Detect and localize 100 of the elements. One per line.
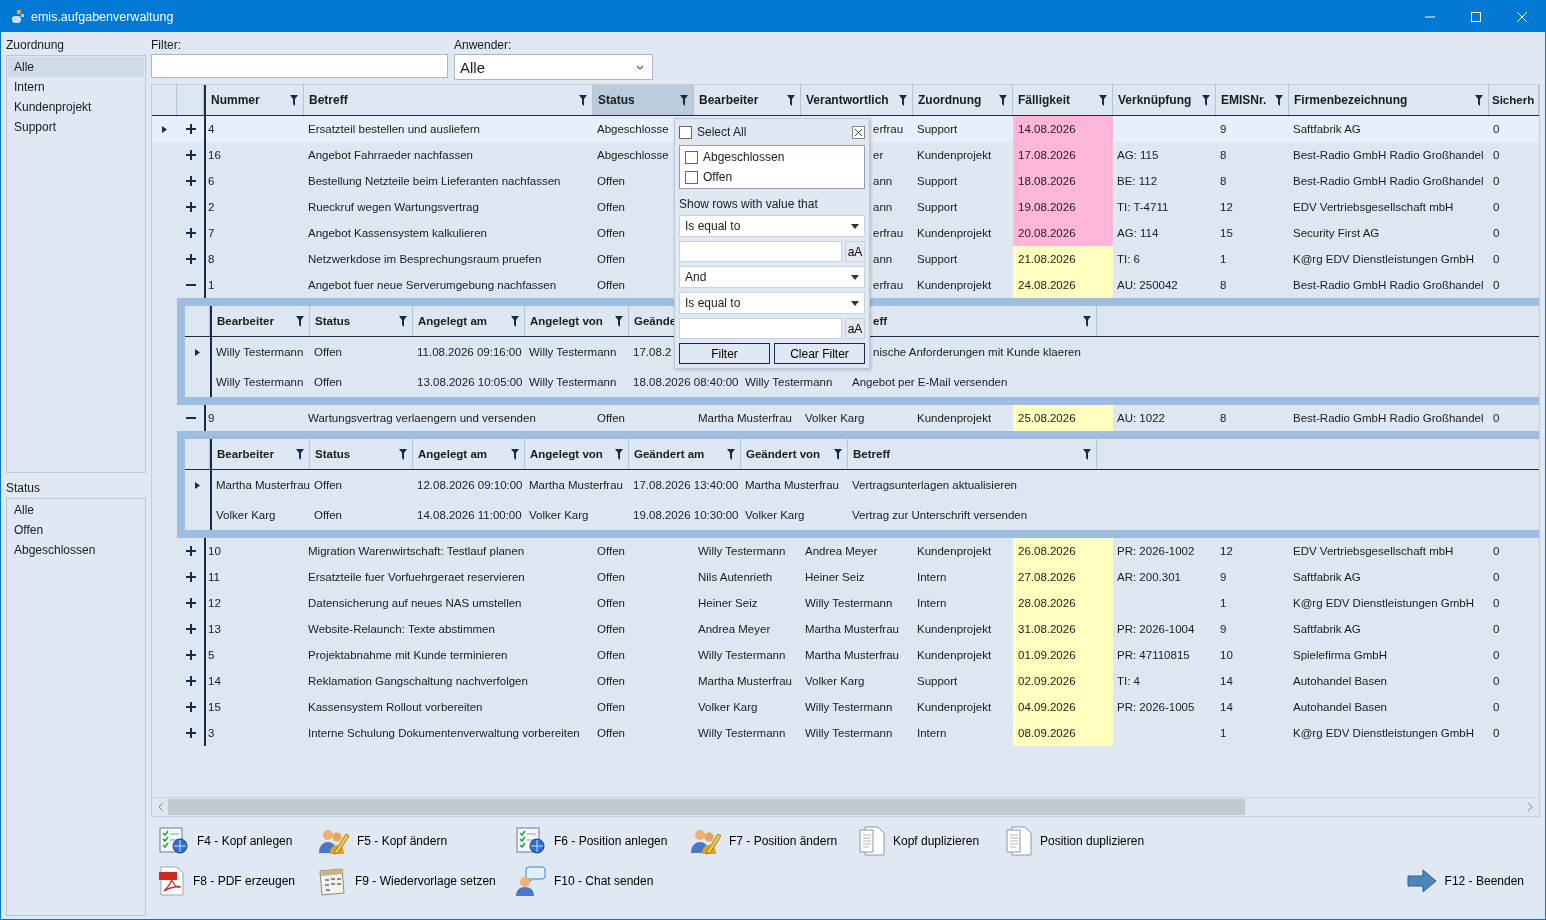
filter-icon[interactable]: [579, 94, 587, 106]
expand-icon[interactable]: [185, 202, 196, 212]
checkbox[interactable]: [685, 170, 698, 184]
clear-filter-button[interactable]: Clear Filter: [774, 343, 865, 364]
toolbar-button[interactable]: F8 - PDF erzeugen: [159, 861, 296, 901]
column-header[interactable]: Angelegt am: [413, 306, 525, 336]
column-header[interactable]: Geände: [634, 315, 677, 327]
column-header[interactable]: Status: [310, 306, 413, 336]
column-header[interactable]: Betreff: [848, 439, 1097, 469]
column-header[interactable]: Verknüpfung: [1113, 85, 1216, 115]
column-header[interactable]: Angelegt von: [525, 439, 629, 469]
filter-icon[interactable]: [399, 448, 407, 460]
expand-icon[interactable]: [185, 702, 196, 712]
expand-icon[interactable]: [185, 124, 196, 134]
filter-icon[interactable]: [727, 448, 735, 460]
list-item[interactable]: Support: [8, 117, 144, 137]
column-header[interactable]: Status: [593, 85, 694, 115]
column-header[interactable]: Geändert am: [629, 439, 741, 469]
filter-icon[interactable]: [1275, 94, 1283, 106]
toolbar-button[interactable]: Kopf duplizieren: [859, 821, 980, 861]
column-header[interactable]: Angelegt am: [413, 439, 525, 469]
expand-icon[interactable]: [185, 676, 196, 686]
filter-field[interactable]: [151, 54, 448, 78]
close-button[interactable]: [852, 125, 865, 139]
checkbox[interactable]: [679, 125, 692, 139]
filter-button[interactable]: Filter: [679, 343, 770, 364]
filter-icon[interactable]: [999, 94, 1007, 106]
checkbox-label[interactable]: Offen: [703, 170, 733, 184]
condition-dropdown[interactable]: Is equal to: [679, 292, 865, 314]
toolbar-button[interactable]: F4 - Kopf anlegen: [159, 821, 293, 861]
column-header[interactable]: Angelegt von: [525, 306, 629, 336]
filter-icon[interactable]: [296, 315, 304, 327]
column-header[interactable]: Bearbeiter: [694, 85, 801, 115]
close-icon: [855, 128, 862, 136]
filter-icon[interactable]: [1083, 315, 1091, 327]
column-header[interactable]: Sicherh: [1489, 85, 1539, 115]
filter-icon[interactable]: [615, 448, 623, 460]
column-header[interactable]: Firmenbezeichnung: [1289, 85, 1489, 115]
list-item[interactable]: Offen: [8, 520, 144, 540]
table-row[interactable]: Willy Testermann Offen 13.08.2026 10:05:00 Willy Testermann 18.08.2026 08:40:00 Willy Testermann Angebot per E-Mail versenden: [185, 367, 1539, 397]
table-cell: 8: [1220, 175, 1227, 187]
user-dropdown[interactable]: Alle: [454, 54, 653, 80]
list-item[interactable]: Kundenprojekt: [8, 97, 144, 117]
expand-icon[interactable]: [185, 624, 196, 634]
list-item[interactable]: Abgeschlossen: [8, 540, 144, 560]
checkbox-label[interactable]: Abgeschlossen: [703, 150, 785, 164]
filter-icon[interactable]: [1475, 94, 1483, 106]
expand-icon[interactable]: [185, 254, 196, 264]
toolbar-button[interactable]: F5 - Kopf ändern: [317, 821, 448, 861]
expand-icon[interactable]: [185, 176, 196, 186]
scrollbar-thumb[interactable]: [168, 799, 1245, 815]
toolbar-button[interactable]: Position duplizieren: [1006, 821, 1145, 861]
scroll-right-icon[interactable]: [1527, 803, 1533, 811]
column-header[interactable]: Zuordnung: [913, 85, 1013, 115]
match-case-button[interactable]: aA: [845, 241, 865, 262]
toolbar-button[interactable]: F12 - Beenden: [1406, 861, 1524, 901]
value-field[interactable]: [679, 241, 842, 262]
expand-icon[interactable]: [185, 228, 196, 238]
filter-icon[interactable]: [680, 94, 688, 106]
value-field[interactable]: [679, 318, 842, 339]
toolbar-button[interactable]: F7 - Position ändern: [689, 821, 838, 861]
list-item[interactable]: Alle: [8, 57, 144, 77]
column-header[interactable]: Fälligkeit: [1013, 85, 1113, 115]
toolbar-button[interactable]: F9 - Wiedervorlage setzen: [317, 861, 496, 901]
match-case-button[interactable]: aA: [845, 318, 865, 339]
column-header[interactable]: Verantwortlich: [801, 85, 913, 115]
column-header[interactable]: Geändert von: [741, 439, 848, 469]
scroll-left-icon[interactable]: [158, 803, 164, 811]
filter-icon[interactable]: [511, 448, 519, 460]
filter-icon[interactable]: [511, 315, 519, 327]
filter-icon[interactable]: [1202, 94, 1210, 106]
filter-icon[interactable]: [290, 94, 298, 106]
toolbar-button[interactable]: F10 - Chat senden: [516, 861, 654, 901]
filter-icon[interactable]: [899, 94, 907, 106]
expand-icon[interactable]: [185, 572, 196, 582]
operator-dropdown[interactable]: And: [679, 266, 865, 288]
filter-icon[interactable]: [615, 315, 623, 327]
filter-icon[interactable]: [834, 448, 842, 460]
filter-icon[interactable]: [296, 448, 304, 460]
list-item[interactable]: Intern: [8, 77, 144, 97]
horizontal-scrollbar[interactable]: [152, 797, 1539, 816]
filter-icon[interactable]: [1083, 448, 1091, 460]
checkbox[interactable]: [685, 150, 698, 164]
column-header[interactable]: Status: [310, 439, 413, 469]
column-header[interactable]: EMISNr.: [1216, 85, 1289, 115]
filter-icon[interactable]: [1099, 94, 1107, 106]
expand-icon[interactable]: [185, 650, 196, 660]
table-cell: 1: [208, 279, 215, 291]
expand-icon[interactable]: [185, 150, 196, 160]
filter-icon[interactable]: [399, 315, 407, 327]
toolbar-button[interactable]: F6 - Position anlegen: [516, 821, 668, 861]
list-item[interactable]: Alle: [8, 500, 144, 520]
filter-icon[interactable]: [787, 94, 795, 106]
column-header[interactable]: eff: [873, 315, 888, 327]
expand-icon[interactable]: [185, 728, 196, 738]
checkbox-label[interactable]: Select All: [697, 125, 747, 139]
expand-icon[interactable]: [185, 598, 196, 608]
expand-icon[interactable]: [185, 546, 196, 556]
condition-dropdown[interactable]: Is equal to: [679, 215, 865, 237]
table-row[interactable]: Volker Karg Offen 14.08.2026 11:00:00 Volker Karg 19.08.2026 10:30:00 Volker Karg Vertrag zur Unterschrift versenden: [185, 500, 1539, 530]
